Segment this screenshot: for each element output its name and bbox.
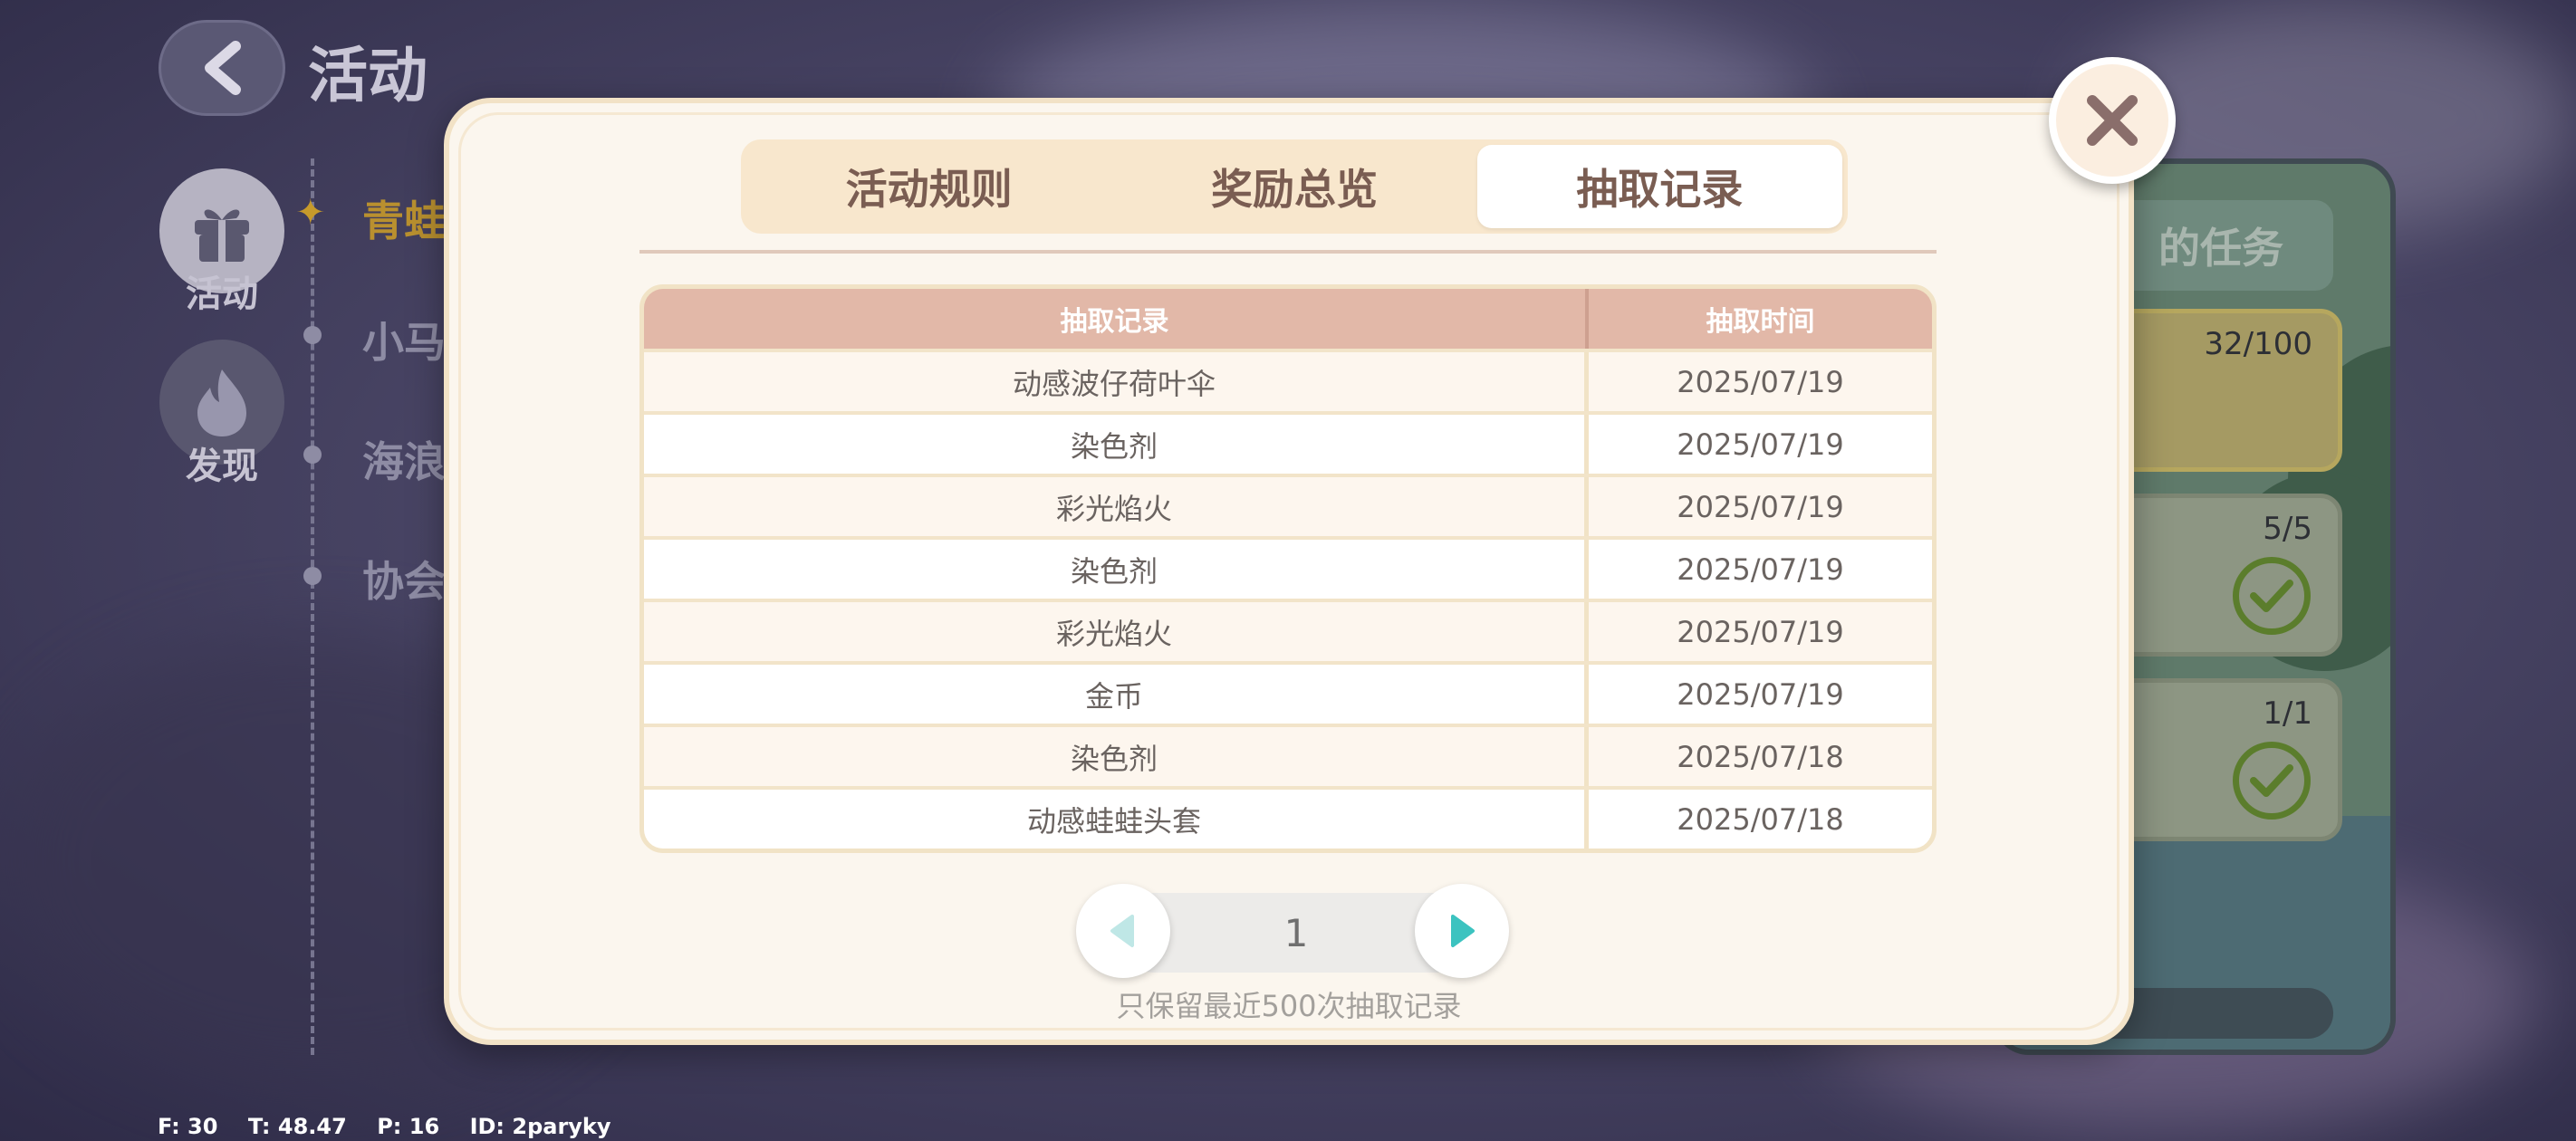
record-table: 抽取记录 抽取时间 动感波仔荷叶伞 2025/07/19 染色剂 2025/07… — [639, 284, 1937, 853]
close-icon — [2087, 95, 2138, 146]
tab-draw-records[interactable]: 抽取记录 — [1476, 145, 1842, 228]
record-item: 染色剂 — [644, 540, 1589, 599]
event-item[interactable]: 小马 — [362, 310, 446, 369]
prev-page-button[interactable] — [1076, 884, 1170, 978]
record-item: 染色剂 — [644, 415, 1589, 474]
triangle-left-icon — [1110, 915, 1134, 947]
event-item[interactable]: 青蛙 — [362, 188, 446, 248]
record-time: 2025/07/18 — [1589, 727, 1932, 786]
modal-tabs: 活动规则 奖励总览 抽取记录 — [741, 139, 1848, 234]
timeline-dot — [303, 446, 322, 464]
star-icon: ✦ — [295, 192, 326, 234]
record-time: 2025/07/19 — [1589, 352, 1932, 411]
record-item: 动感蛙蛙头套 — [644, 790, 1589, 849]
column-header-item: 抽取记录 — [644, 289, 1589, 349]
tab-rewards[interactable]: 奖励总览 — [1111, 145, 1476, 228]
record-item: 染色剂 — [644, 727, 1589, 786]
record-item: 彩光焰火 — [644, 477, 1589, 536]
sidebar-label: 活动 — [186, 273, 258, 315]
back-button[interactable] — [159, 20, 285, 116]
checkmark-icon — [2233, 742, 2311, 820]
task-progress: 5/5 — [2263, 511, 2312, 547]
debug-info: F: 30 T: 48.47 P: 16 ID: 2paryky — [158, 1114, 611, 1139]
triangle-right-icon — [1451, 915, 1475, 947]
next-page-button[interactable] — [1415, 884, 1509, 978]
table-row: 染色剂 2025/07/18 — [644, 727, 1932, 786]
gift-icon — [195, 209, 249, 262]
close-button[interactable] — [2049, 57, 2176, 184]
sidebar-label: 发现 — [186, 446, 258, 487]
page-title: 活动 — [308, 41, 428, 110]
tabs-divider — [639, 250, 1937, 254]
event-item[interactable]: 海浪 — [362, 429, 446, 489]
task-progress: 32/100 — [2204, 326, 2312, 362]
checkmark-icon — [2233, 557, 2311, 635]
table-row: 彩光焰火 2025/07/19 — [644, 602, 1932, 661]
event-item[interactable]: 协会 — [362, 549, 446, 609]
table-row: 染色剂 2025/07/19 — [644, 415, 1932, 474]
draw-record-modal: 活动规则 奖励总览 抽取记录 抽取记录 抽取时间 动感波仔荷叶伞 2025/07… — [444, 98, 2134, 1045]
table-row: 染色剂 2025/07/19 — [644, 540, 1932, 599]
fire-icon — [197, 369, 246, 436]
record-time: 2025/07/19 — [1589, 415, 1932, 474]
table-row: 金币 2025/07/19 — [644, 665, 1932, 724]
table-header: 抽取记录 抽取时间 — [644, 289, 1932, 349]
tab-rules[interactable]: 活动规则 — [746, 145, 1111, 228]
record-item: 动感波仔荷叶伞 — [644, 352, 1589, 411]
column-header-time: 抽取时间 — [1706, 306, 1815, 338]
record-time: 2025/07/19 — [1589, 665, 1932, 724]
chevron-left-icon — [205, 41, 241, 95]
record-time: 2025/07/19 — [1589, 540, 1932, 599]
table-row: 彩光焰火 2025/07/19 — [644, 477, 1932, 536]
table-row: 动感波仔荷叶伞 2025/07/19 — [644, 352, 1932, 411]
record-time: 2025/07/19 — [1589, 602, 1932, 661]
page-number: 1 — [1283, 910, 1309, 955]
timeline-dot — [303, 567, 322, 585]
record-limit-note: 只保留最近500次抽取记录 — [1116, 989, 1462, 1023]
timeline-line — [311, 158, 314, 1055]
record-item: 彩光焰火 — [644, 602, 1589, 661]
record-time: 2025/07/18 — [1589, 790, 1932, 849]
table-row: 动感蛙蛙头套 2025/07/18 — [644, 790, 1932, 849]
timeline-dot — [303, 326, 322, 344]
record-time: 2025/07/19 — [1589, 477, 1932, 536]
record-item: 金币 — [644, 665, 1589, 724]
task-progress: 1/1 — [2263, 695, 2312, 732]
